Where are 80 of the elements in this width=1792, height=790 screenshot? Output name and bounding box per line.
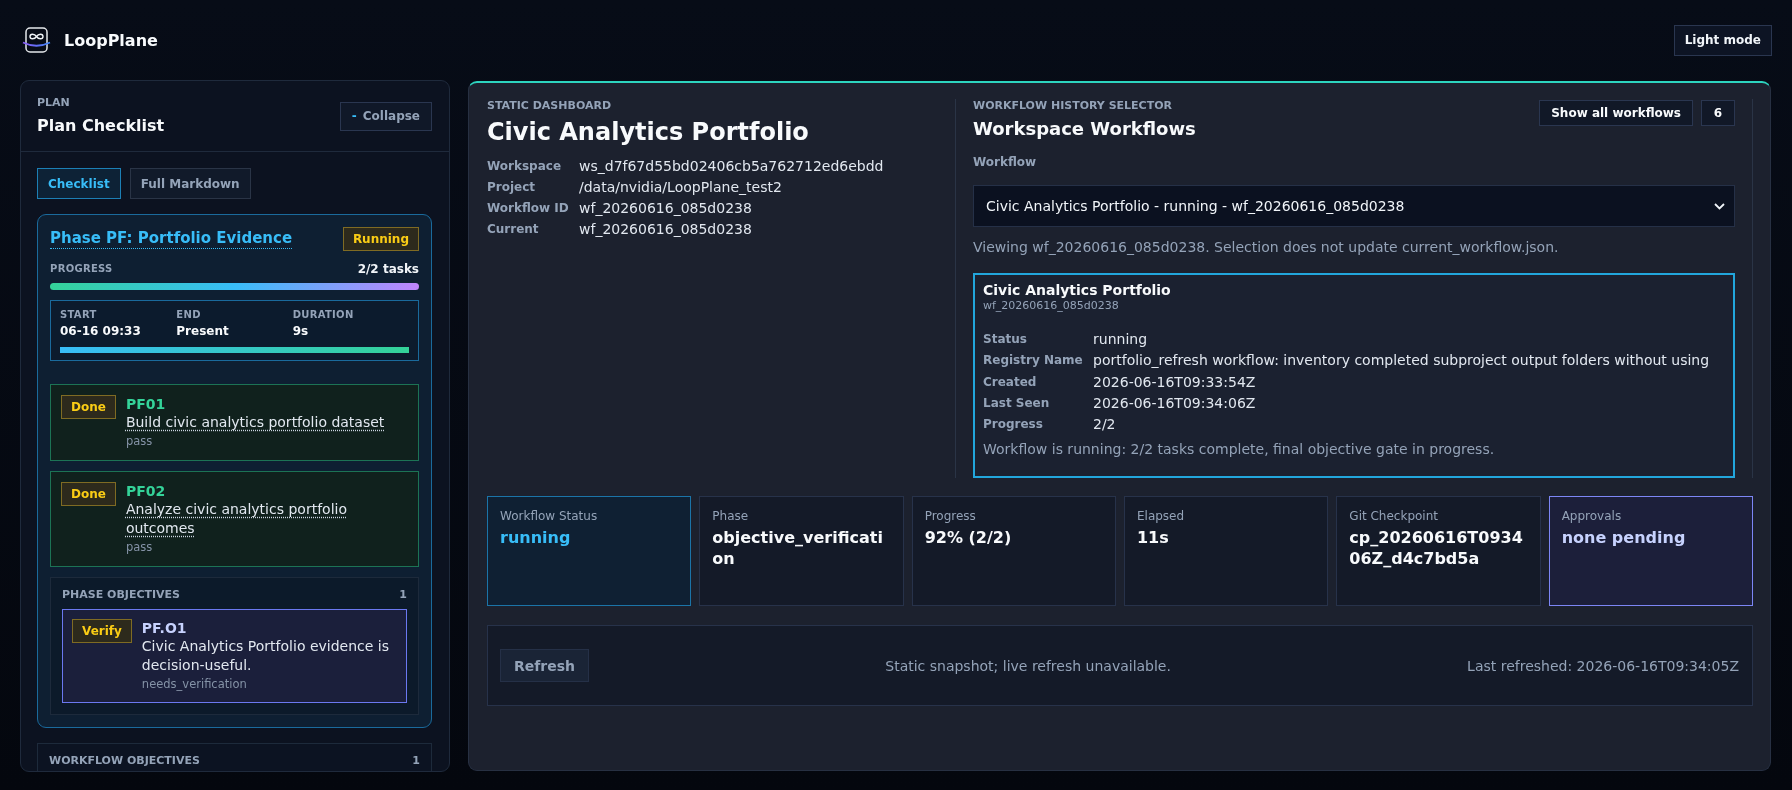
dashboard-title: Civic Analytics Portfolio [487,117,809,148]
stat-value: objective_verification [712,527,884,570]
section-count: 1 [399,588,407,602]
workflow-count: 6 [1701,100,1735,126]
detail-label: Last Seen [983,394,1051,412]
section-eyebrow: STATIC DASHBOARD [487,99,612,113]
status-badge: Running [342,227,419,251]
timing-value: 06-16 09:33 [60,323,141,339]
detail-value: running [1093,330,1149,349]
light-mode-button[interactable]: Light mode [1673,24,1772,56]
workflow-id: wf_20260616_085d0238 [983,299,1119,313]
detail-value: 2026-06-16T09:34:06Z [1093,393,1257,413]
selection-note: Viewing wf_20260616_085d0238. Selection does not update current_workflow.json. [973,238,1559,257]
progress-label: PROGRESS [50,262,113,276]
detail-label: Registry Name [983,352,1084,370]
panel-title: Plan Checklist [37,114,165,137]
phase-title: Phase PF: Portfolio Evidence [50,229,293,249]
section-heading: PHASE OBJECTIVES [62,588,180,602]
field-value: ws_d7f67d55bd02406cb5a762712ed6ebdd [579,157,884,176]
task-title: Analyze civic analytics portfolio outcomes [125,500,348,538]
workflow-summary: Workflow is running: 2/2 tasks complete, final objective gate in progress. [983,440,1495,460]
stat-value: none pending [1561,527,1686,549]
section-eyebrow: WORKFLOW HISTORY SELECTOR [973,99,1173,113]
stat-value: running [500,527,571,549]
stat-label: Workflow Status [500,508,598,525]
task-id: PF01 [125,395,166,413]
objective-result: needs_verification [141,676,247,693]
field-label: Workspace [487,158,563,175]
status-badge: Verify [72,619,132,643]
task-title: Build civic analytics portfolio dataset [125,413,385,432]
detail-value: portfolio_refresh workflow: inventory completed subproject output folders without using [1093,351,1711,371]
status-badge: Done [61,395,116,419]
section-count: 1 [412,754,420,768]
detail-label: Created [983,373,1038,391]
panel-eyebrow: PLAN [37,95,71,110]
stat-label: Phase [712,508,749,525]
detail-label: Progress [983,416,1044,433]
detail-label: Status [983,331,1028,348]
detail-value: 2/2 [1093,415,1117,434]
infinity-logo-icon [22,27,51,53]
section-title: Workspace Workflows [973,117,1196,141]
field-value: /data/nvidia/LoopPlane_test2 [579,178,783,197]
field-value: wf_20260616_085d0238 [579,220,753,239]
objective-text: Civic Analytics Portfolio evidence is decision-useful. [141,637,390,675]
refresh-message: Static snapshot; live refresh unavailable. [885,657,1171,674]
view-tab[interactable]: Full Markdown [129,168,251,199]
workflow-name: Civic Analytics Portfolio [983,281,1171,299]
task-result: pass [125,433,153,450]
timing-label: END [176,308,201,321]
timing-label: START [60,308,97,321]
show-all-workflows-button[interactable]: Show all workflows [1539,100,1693,126]
progress-count: 2/2 tasks [357,262,419,276]
stat-label: Elapsed [1137,508,1185,525]
stat-value: cp_20260616T093406Z_d4c7bd5a [1349,527,1524,570]
timing-value: 9s [292,323,309,339]
section-heading: WORKFLOW OBJECTIVES [49,754,200,768]
stat-label: Progress [924,508,976,525]
field-label: Current [487,221,540,238]
field-label: Project [487,179,537,196]
workflow-select[interactable]: Civic Analytics Portfolio - running - wf_20260616_085d0238 [973,185,1735,227]
objective-id: PF.O1 [141,619,187,637]
stat-value: 92% (2/2) [924,527,1012,549]
view-tab[interactable]: Checklist [37,168,121,199]
field-value: wf_20260616_085d0238 [579,199,753,218]
stat-value: 11s [1137,527,1169,549]
stat-label: Git Checkpoint [1349,508,1438,525]
task-id: PF02 [125,482,166,500]
timing-value: Present [176,323,229,339]
last-refreshed: Last refreshed: 2026-06-16T09:34:05Z [1467,657,1739,674]
status-badge: Done [61,482,116,506]
refresh-button[interactable]: Refresh [500,649,590,683]
app-name: LoopPlane [64,30,158,50]
field-label: Workflow [973,154,1037,170]
timing-label: DURATION [292,308,354,321]
field-label: Workflow ID [487,200,570,217]
chevron-down-icon [1714,202,1725,210]
stat-label: Approvals [1561,508,1622,525]
collapse-button[interactable]: - Collapse [339,101,432,131]
detail-value: 2026-06-16T09:33:54Z [1093,372,1257,392]
task-result: pass [125,539,153,556]
